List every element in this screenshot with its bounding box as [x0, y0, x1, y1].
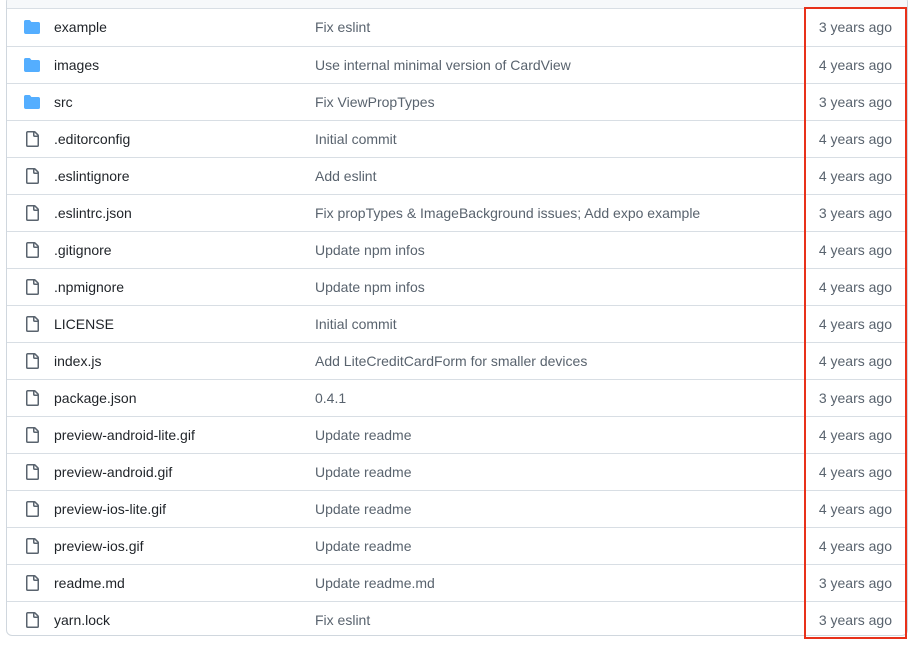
commit-message-link[interactable]: Fix eslint: [315, 9, 370, 45]
file-name-link[interactable]: readme.md: [54, 565, 125, 601]
file-icon: [23, 195, 41, 231]
file-name-link[interactable]: preview-ios-lite.gif: [54, 491, 166, 527]
last-commit-age: 4 years ago: [818, 316, 892, 332]
last-commit-age: 3 years ago: [818, 612, 892, 628]
file-icon: [23, 528, 41, 564]
file-name-link[interactable]: example: [54, 9, 107, 45]
file-name-link[interactable]: preview-android.gif: [54, 454, 172, 490]
file-icon: [23, 121, 41, 157]
file-row[interactable]: .editorconfig Initial commit 4 years ago: [7, 120, 907, 157]
file-icon: [23, 232, 41, 268]
file-rows: example Fix eslint 3 years ago images Us…: [7, 9, 907, 635]
commit-message-link[interactable]: Update readme: [315, 454, 412, 490]
commit-message-link[interactable]: Add LiteCreditCardForm for smaller devic…: [315, 343, 587, 379]
last-commit-age: 4 years ago: [818, 501, 892, 517]
commit-message-link[interactable]: Update npm infos: [315, 269, 425, 305]
file-row[interactable]: example Fix eslint 3 years ago: [7, 9, 907, 46]
last-commit-age: 4 years ago: [818, 168, 892, 184]
file-row[interactable]: preview-android.gif Update readme 4 year…: [7, 453, 907, 490]
file-name-link[interactable]: index.js: [54, 343, 101, 379]
file-icon: [23, 343, 41, 379]
file-name-link[interactable]: yarn.lock: [54, 602, 110, 635]
file-name-link[interactable]: package.json: [54, 380, 137, 416]
file-row[interactable]: preview-android-lite.gif Update readme 4…: [7, 416, 907, 453]
file-row[interactable]: images Use internal minimal version of C…: [7, 46, 907, 83]
last-commit-age: 3 years ago: [818, 94, 892, 110]
file-row[interactable]: preview-ios.gif Update readme 4 years ag…: [7, 527, 907, 564]
file-name-link[interactable]: .eslintignore: [54, 158, 130, 194]
last-commit-age: 4 years ago: [818, 353, 892, 369]
file-icon: [23, 565, 41, 601]
file-row[interactable]: LICENSE Initial commit 4 years ago: [7, 305, 907, 342]
file-row[interactable]: .gitignore Update npm infos 4 years ago: [7, 231, 907, 268]
file-row[interactable]: .eslintrc.json Fix propTypes & ImageBack…: [7, 194, 907, 231]
last-commit-age: 4 years ago: [818, 242, 892, 258]
file-name-link[interactable]: src: [54, 84, 73, 120]
file-name-link[interactable]: .editorconfig: [54, 121, 130, 157]
file-icon: [23, 602, 41, 635]
folder-icon: [23, 84, 41, 120]
file-list-header: [7, 0, 907, 9]
file-icon: [23, 269, 41, 305]
commit-message-link[interactable]: Fix ViewPropTypes: [315, 84, 435, 120]
last-commit-age: 4 years ago: [818, 131, 892, 147]
commit-message-link[interactable]: Update readme.md: [315, 565, 435, 601]
file-row[interactable]: readme.md Update readme.md 3 years ago: [7, 564, 907, 601]
commit-message-link[interactable]: Update npm infos: [315, 232, 425, 268]
file-row[interactable]: yarn.lock Fix eslint 3 years ago: [7, 601, 907, 635]
commit-message-link[interactable]: Update readme: [315, 417, 412, 453]
file-name-link[interactable]: .npmignore: [54, 269, 124, 305]
last-commit-age: 4 years ago: [818, 57, 892, 73]
commit-message-link[interactable]: Use internal minimal version of CardView: [315, 47, 571, 83]
commit-message-link[interactable]: Add eslint: [315, 158, 376, 194]
file-name-link[interactable]: images: [54, 47, 99, 83]
file-icon: [23, 491, 41, 527]
commit-message-link[interactable]: Update readme: [315, 528, 412, 564]
file-row[interactable]: preview-ios-lite.gif Update readme 4 yea…: [7, 490, 907, 527]
file-name-link[interactable]: preview-ios.gif: [54, 528, 143, 564]
commit-message-link[interactable]: 0.4.1: [315, 380, 346, 416]
file-icon: [23, 158, 41, 194]
last-commit-age: 3 years ago: [818, 575, 892, 591]
file-name-link[interactable]: LICENSE: [54, 306, 114, 342]
last-commit-age: 4 years ago: [818, 538, 892, 554]
commit-message-link[interactable]: Initial commit: [315, 121, 397, 157]
file-name-link[interactable]: .eslintrc.json: [54, 195, 132, 231]
file-row[interactable]: index.js Add LiteCreditCardForm for smal…: [7, 342, 907, 379]
file-icon: [23, 306, 41, 342]
file-list: example Fix eslint 3 years ago images Us…: [6, 0, 908, 636]
file-name-link[interactable]: .gitignore: [54, 232, 112, 268]
last-commit-age: 4 years ago: [818, 427, 892, 443]
file-name-link[interactable]: preview-android-lite.gif: [54, 417, 195, 453]
file-row[interactable]: .npmignore Update npm infos 4 years ago: [7, 268, 907, 305]
file-icon: [23, 417, 41, 453]
last-commit-age: 4 years ago: [818, 464, 892, 480]
file-icon: [23, 380, 41, 416]
last-commit-age: 4 years ago: [818, 279, 892, 295]
file-row[interactable]: src Fix ViewPropTypes 3 years ago: [7, 83, 907, 120]
folder-icon: [23, 9, 41, 45]
last-commit-age: 3 years ago: [818, 390, 892, 406]
folder-icon: [23, 47, 41, 83]
commit-message-link[interactable]: Fix propTypes & ImageBackground issues; …: [315, 195, 700, 231]
last-commit-age: 3 years ago: [818, 19, 892, 35]
commit-message-link[interactable]: Fix eslint: [315, 602, 370, 635]
commit-message-link[interactable]: Initial commit: [315, 306, 397, 342]
file-row[interactable]: .eslintignore Add eslint 4 years ago: [7, 157, 907, 194]
last-commit-age: 3 years ago: [818, 205, 892, 221]
file-row[interactable]: package.json 0.4.1 3 years ago: [7, 379, 907, 416]
file-icon: [23, 454, 41, 490]
commit-message-link[interactable]: Update readme: [315, 491, 412, 527]
